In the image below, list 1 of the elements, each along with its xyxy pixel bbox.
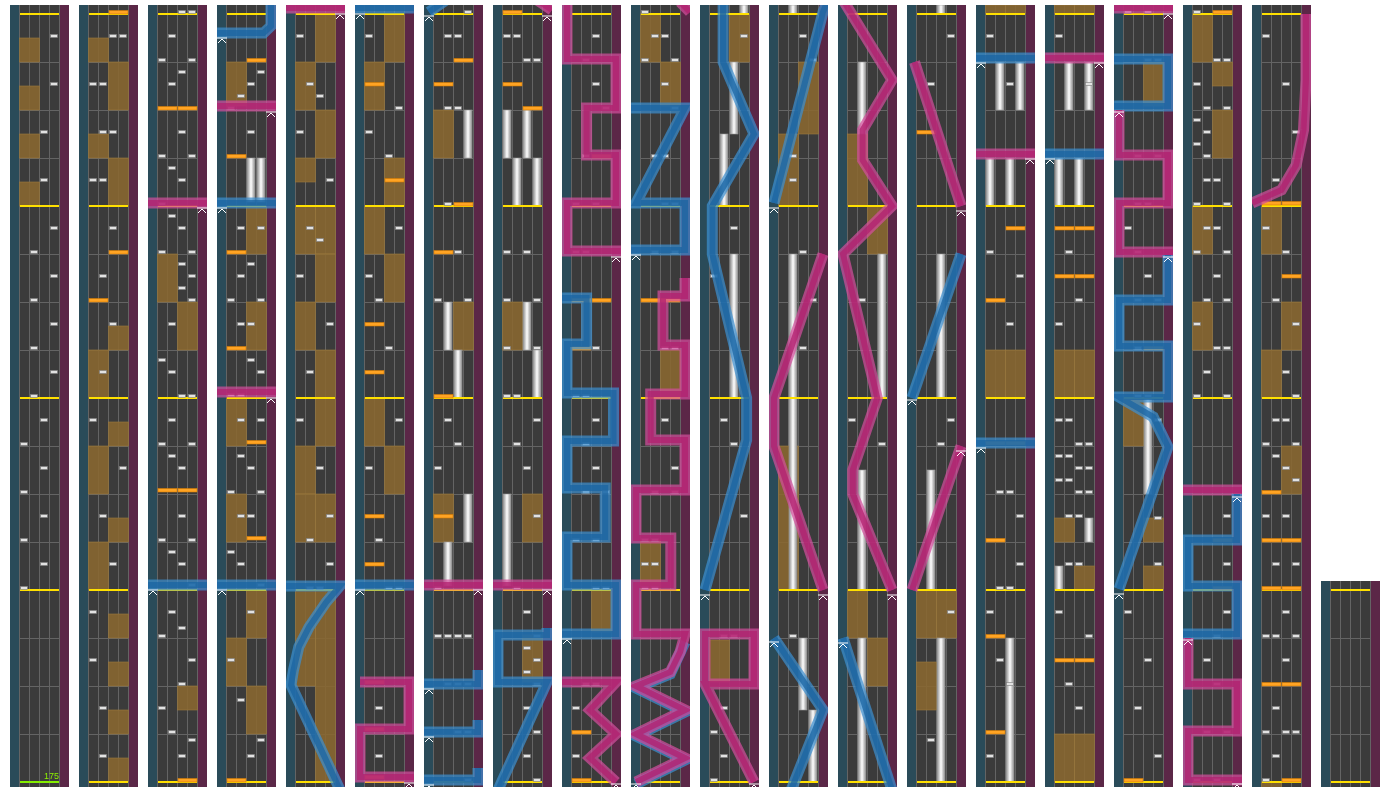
tempo-label: 175 [43,772,59,781]
